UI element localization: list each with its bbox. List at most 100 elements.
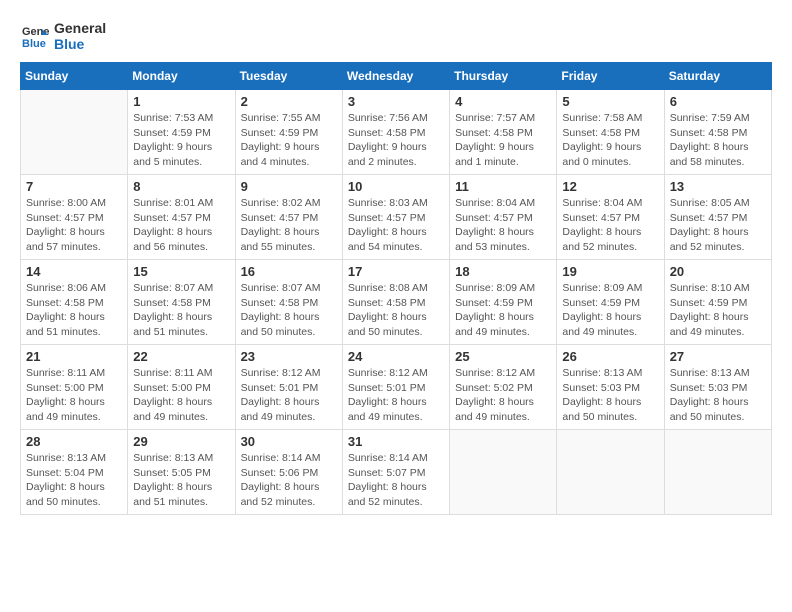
day-number: 14 [26, 264, 122, 279]
calendar-cell: 8 Sunrise: 8:01 AMSunset: 4:57 PMDaylight… [128, 175, 235, 260]
day-detail: Sunrise: 8:13 AMSunset: 5:05 PMDaylight:… [133, 451, 229, 510]
day-detail: Sunrise: 8:09 AMSunset: 4:59 PMDaylight:… [562, 281, 658, 340]
weekday-header: Monday [128, 63, 235, 90]
day-number: 27 [670, 349, 766, 364]
day-detail: Sunrise: 7:53 AMSunset: 4:59 PMDaylight:… [133, 111, 229, 170]
calendar-cell: 29 Sunrise: 8:13 AMSunset: 5:05 PMDayligh… [128, 430, 235, 515]
calendar-header-row: SundayMondayTuesdayWednesdayThursdayFrid… [21, 63, 772, 90]
calendar-week-row: 28 Sunrise: 8:13 AMSunset: 5:04 PMDayligh… [21, 430, 772, 515]
day-detail: Sunrise: 8:14 AMSunset: 5:07 PMDaylight:… [348, 451, 444, 510]
calendar-cell: 11 Sunrise: 8:04 AMSunset: 4:57 PMDayligh… [450, 175, 557, 260]
svg-text:General: General [22, 26, 50, 38]
calendar-week-row: 1 Sunrise: 7:53 AMSunset: 4:59 PMDaylight… [21, 90, 772, 175]
calendar-cell: 28 Sunrise: 8:13 AMSunset: 5:04 PMDayligh… [21, 430, 128, 515]
weekday-header: Sunday [21, 63, 128, 90]
calendar-week-row: 21Sunrise: 8:11 AMSunset: 5:00 PMDayligh… [21, 345, 772, 430]
calendar-cell [21, 90, 128, 175]
weekday-header: Thursday [450, 63, 557, 90]
day-detail: Sunrise: 7:56 AMSunset: 4:58 PMDaylight:… [348, 111, 444, 170]
day-number: 7 [26, 179, 122, 194]
page-header: General Blue General Blue [20, 20, 772, 52]
calendar-cell: 16 Sunrise: 8:07 AMSunset: 4:58 PMDayligh… [235, 260, 342, 345]
day-detail: Sunrise: 8:12 AMSunset: 5:01 PMDaylight:… [241, 366, 337, 425]
calendar-cell: 17 Sunrise: 8:08 AMSunset: 4:58 PMDayligh… [342, 260, 449, 345]
calendar-cell: 5Sunrise: 7:58 AMSunset: 4:58 PMDaylight… [557, 90, 664, 175]
day-number: 17 [348, 264, 444, 279]
day-detail: Sunrise: 8:06 AMSunset: 4:58 PMDaylight:… [26, 281, 122, 340]
calendar-cell: 30 Sunrise: 8:14 AMSunset: 5:06 PMDayligh… [235, 430, 342, 515]
day-number: 11 [455, 179, 551, 194]
logo-text: General Blue [54, 20, 106, 52]
day-number: 10 [348, 179, 444, 194]
calendar-cell: 1 Sunrise: 7:53 AMSunset: 4:59 PMDaylight… [128, 90, 235, 175]
calendar-cell [450, 430, 557, 515]
weekday-header: Friday [557, 63, 664, 90]
calendar-cell: 26 Sunrise: 8:13 AMSunset: 5:03 PMDayligh… [557, 345, 664, 430]
logo: General Blue General Blue [20, 20, 106, 52]
day-detail: Sunrise: 8:02 AMSunset: 4:57 PMDaylight:… [241, 196, 337, 255]
calendar-cell: 13Sunrise: 8:05 AMSunset: 4:57 PMDayligh… [664, 175, 771, 260]
calendar-cell: 14 Sunrise: 8:06 AMSunset: 4:58 PMDayligh… [21, 260, 128, 345]
day-detail: Sunrise: 8:13 AMSunset: 5:03 PMDaylight:… [670, 366, 766, 425]
day-detail: Sunrise: 8:07 AMSunset: 4:58 PMDaylight:… [133, 281, 229, 340]
day-detail: Sunrise: 8:13 AMSunset: 5:03 PMDaylight:… [562, 366, 658, 425]
day-detail: Sunrise: 8:11 AMSunset: 5:00 PMDaylight:… [133, 366, 229, 425]
logo-icon: General Blue [20, 21, 50, 51]
day-number: 25 [455, 349, 551, 364]
day-detail: Sunrise: 8:12 AMSunset: 5:02 PMDaylight:… [455, 366, 551, 425]
calendar-cell: 27 Sunrise: 8:13 AMSunset: 5:03 PMDayligh… [664, 345, 771, 430]
svg-text:Blue: Blue [22, 38, 46, 50]
day-detail: Sunrise: 7:57 AMSunset: 4:58 PMDaylight:… [455, 111, 551, 170]
day-number: 22 [133, 349, 229, 364]
day-detail: Sunrise: 8:04 AMSunset: 4:57 PMDaylight:… [562, 196, 658, 255]
day-detail: Sunrise: 8:01 AMSunset: 4:57 PMDaylight:… [133, 196, 229, 255]
day-number: 9 [241, 179, 337, 194]
day-detail: Sunrise: 8:03 AMSunset: 4:57 PMDaylight:… [348, 196, 444, 255]
day-number: 23 [241, 349, 337, 364]
day-number: 19 [562, 264, 658, 279]
day-number: 24 [348, 349, 444, 364]
day-detail: Sunrise: 8:14 AMSunset: 5:06 PMDaylight:… [241, 451, 337, 510]
day-number: 13 [670, 179, 766, 194]
day-number: 5 [562, 94, 658, 109]
day-detail: Sunrise: 7:55 AMSunset: 4:59 PMDaylight:… [241, 111, 337, 170]
day-number: 1 [133, 94, 229, 109]
calendar-cell: 31Sunrise: 8:14 AMSunset: 5:07 PMDayligh… [342, 430, 449, 515]
calendar-week-row: 14 Sunrise: 8:06 AMSunset: 4:58 PMDayligh… [21, 260, 772, 345]
calendar-cell: 2 Sunrise: 7:55 AMSunset: 4:59 PMDaylight… [235, 90, 342, 175]
day-number: 12 [562, 179, 658, 194]
calendar-cell: 22 Sunrise: 8:11 AMSunset: 5:00 PMDayligh… [128, 345, 235, 430]
calendar-cell: 20 Sunrise: 8:10 AMSunset: 4:59 PMDayligh… [664, 260, 771, 345]
calendar-cell: 24Sunrise: 8:12 AMSunset: 5:01 PMDayligh… [342, 345, 449, 430]
day-detail: Sunrise: 8:04 AMSunset: 4:57 PMDaylight:… [455, 196, 551, 255]
calendar-cell: 6Sunrise: 7:59 AMSunset: 4:58 PMDaylight… [664, 90, 771, 175]
calendar-cell: 12 Sunrise: 8:04 AMSunset: 4:57 PMDayligh… [557, 175, 664, 260]
calendar-cell: 23 Sunrise: 8:12 AMSunset: 5:01 PMDayligh… [235, 345, 342, 430]
day-detail: Sunrise: 8:08 AMSunset: 4:58 PMDaylight:… [348, 281, 444, 340]
day-number: 6 [670, 94, 766, 109]
day-number: 26 [562, 349, 658, 364]
day-number: 20 [670, 264, 766, 279]
day-detail: Sunrise: 8:10 AMSunset: 4:59 PMDaylight:… [670, 281, 766, 340]
day-number: 15 [133, 264, 229, 279]
weekday-header: Wednesday [342, 63, 449, 90]
calendar-cell: 19 Sunrise: 8:09 AMSunset: 4:59 PMDayligh… [557, 260, 664, 345]
day-number: 30 [241, 434, 337, 449]
day-number: 29 [133, 434, 229, 449]
day-detail: Sunrise: 8:09 AMSunset: 4:59 PMDaylight:… [455, 281, 551, 340]
calendar-cell: 25 Sunrise: 8:12 AMSunset: 5:02 PMDayligh… [450, 345, 557, 430]
calendar-cell: 18Sunrise: 8:09 AMSunset: 4:59 PMDayligh… [450, 260, 557, 345]
day-number: 4 [455, 94, 551, 109]
day-detail: Sunrise: 8:13 AMSunset: 5:04 PMDaylight:… [26, 451, 122, 510]
day-number: 3 [348, 94, 444, 109]
calendar-cell [557, 430, 664, 515]
calendar: SundayMondayTuesdayWednesdayThursdayFrid… [20, 62, 772, 515]
calendar-cell: 15 Sunrise: 8:07 AMSunset: 4:58 PMDayligh… [128, 260, 235, 345]
day-number: 16 [241, 264, 337, 279]
day-number: 28 [26, 434, 122, 449]
calendar-week-row: 7Sunrise: 8:00 AMSunset: 4:57 PMDaylight… [21, 175, 772, 260]
day-number: 2 [241, 94, 337, 109]
day-detail: Sunrise: 8:07 AMSunset: 4:58 PMDaylight:… [241, 281, 337, 340]
day-number: 8 [133, 179, 229, 194]
calendar-cell: 4 Sunrise: 7:57 AMSunset: 4:58 PMDaylight… [450, 90, 557, 175]
